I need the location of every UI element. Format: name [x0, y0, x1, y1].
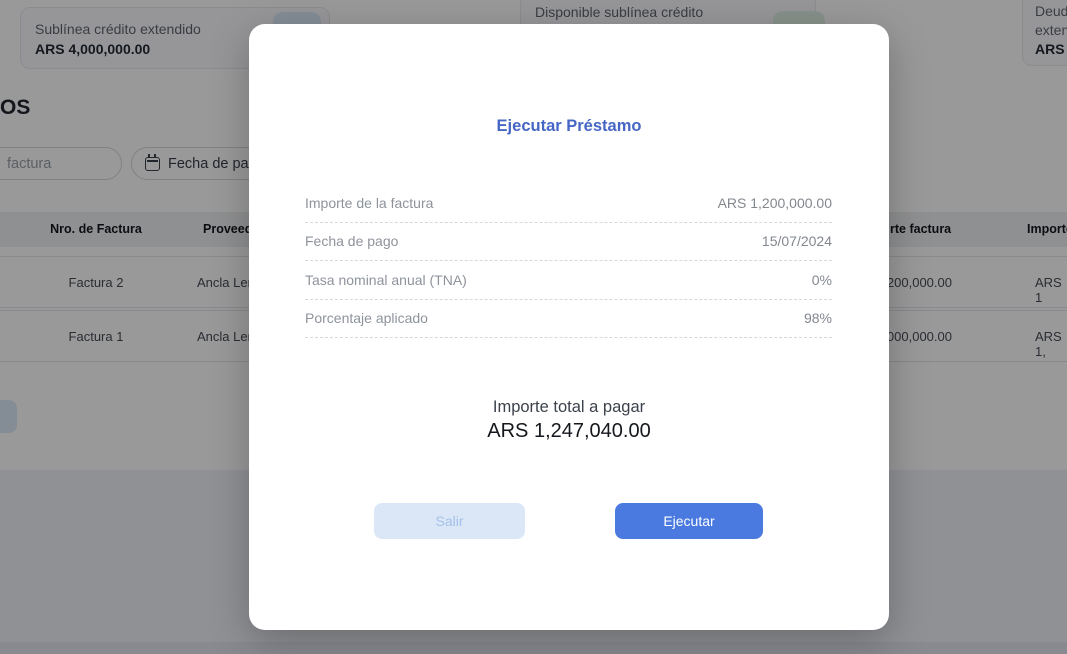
detail-value: ARS 1,200,000.00 [718, 195, 832, 211]
total-value: ARS 1,247,040.00 [249, 420, 889, 443]
detail-label: Importe de la factura [305, 195, 433, 211]
modal-detail-rows: Importe de la factura ARS 1,200,000.00 F… [305, 184, 832, 338]
detail-label: Tasa nominal anual (TNA) [305, 272, 467, 288]
ejecutar-button[interactable]: Ejecutar [615, 503, 763, 539]
detail-row-fecha-pago: Fecha de pago 15/07/2024 [305, 223, 832, 262]
detail-value: 98% [804, 310, 832, 326]
screen: Sublínea crédito extendido ARS 4,000,000… [0, 0, 1067, 654]
detail-row-tna: Tasa nominal anual (TNA) 0% [305, 261, 832, 300]
detail-label: Fecha de pago [305, 233, 398, 249]
salir-button[interactable]: Salir [374, 503, 525, 539]
detail-value: 15/07/2024 [762, 233, 832, 249]
detail-label: Porcentaje aplicado [305, 310, 428, 326]
detail-row-porcentaje: Porcentaje aplicado 98% [305, 300, 832, 339]
total-label: Importe total a pagar [249, 398, 889, 417]
detail-row-importe-factura: Importe de la factura ARS 1,200,000.00 [305, 184, 832, 223]
detail-value: 0% [812, 272, 832, 288]
modal-title: Ejecutar Préstamo [249, 117, 889, 136]
ejecutar-prestamo-modal: Ejecutar Préstamo Importe de la factura … [249, 24, 889, 630]
